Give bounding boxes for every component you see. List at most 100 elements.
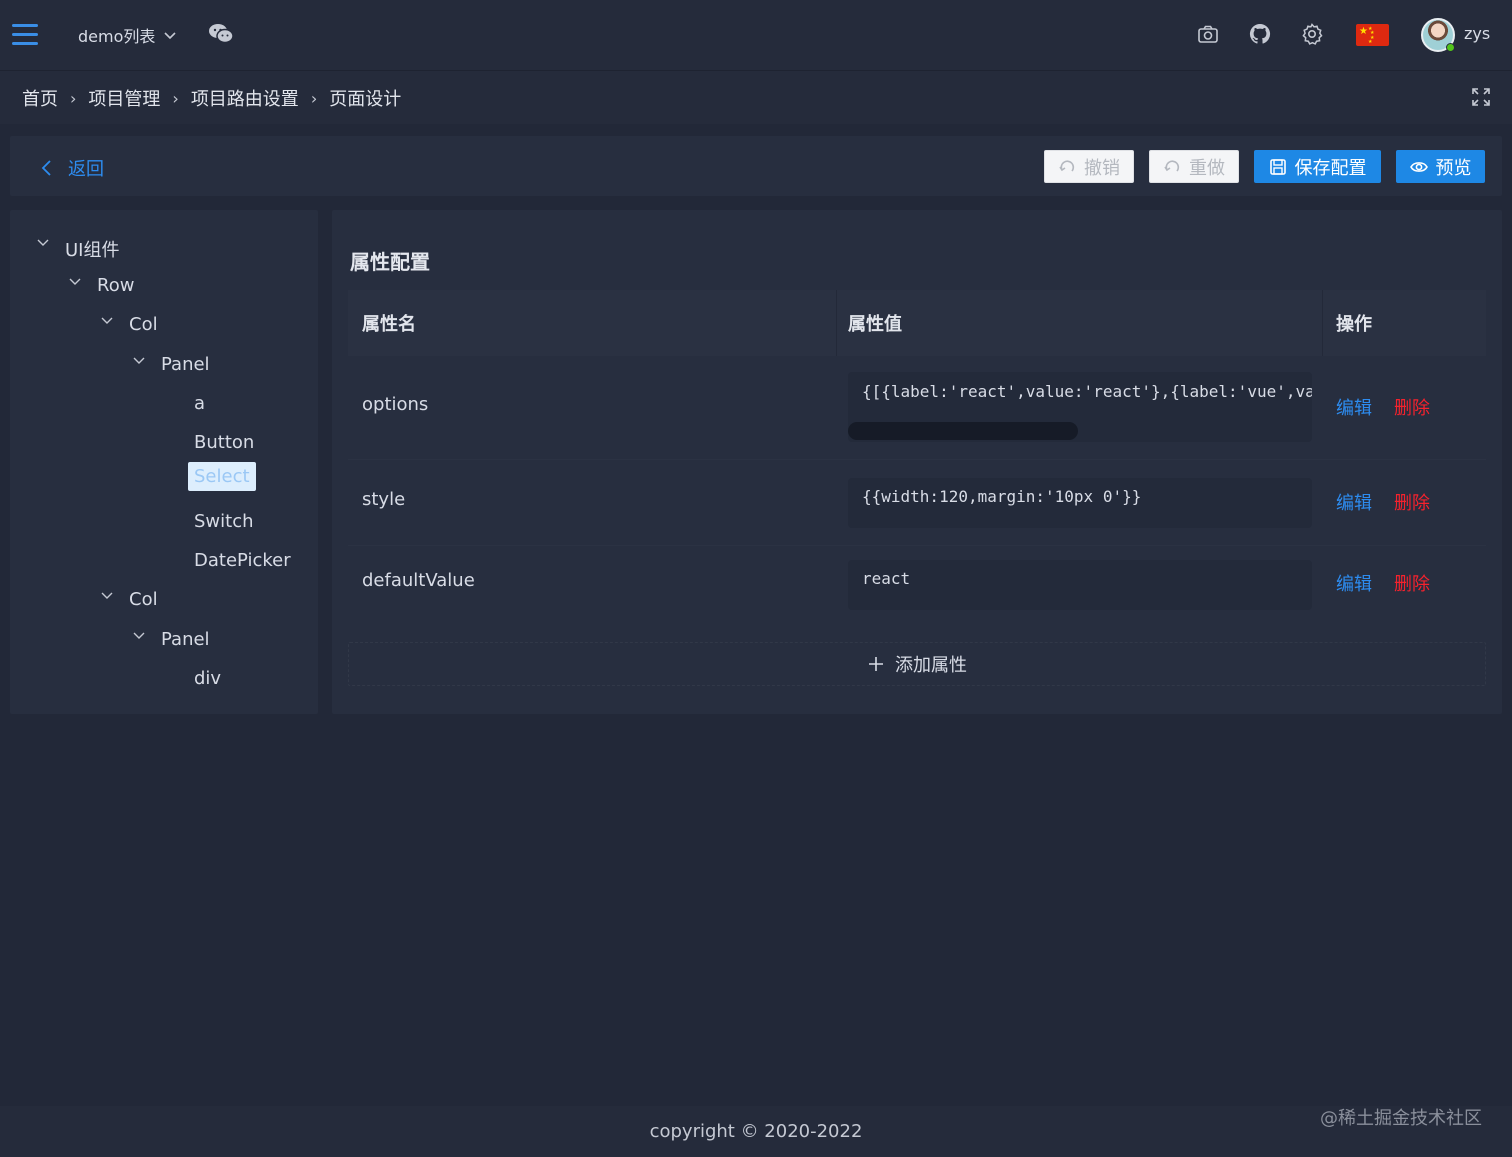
- tree-node-label: Row: [97, 275, 135, 296]
- breadcrumb-item-page-design: 页面设计: [329, 89, 402, 110]
- chevron-down-icon: [164, 32, 176, 40]
- table-row: options {[{label:'react',value:'react'},…: [348, 356, 1486, 460]
- tree-node-panel[interactable]: Panel: [132, 350, 216, 379]
- redo-icon: [1164, 159, 1180, 172]
- property-value-editor[interactable]: react: [848, 560, 1312, 610]
- tree-node-label: DatePicker: [194, 550, 291, 571]
- tree-node-col[interactable]: Col: [100, 585, 164, 614]
- gear-icon[interactable]: [1300, 22, 1324, 46]
- github-icon[interactable]: [1248, 22, 1272, 46]
- table-row: defaultValue react 编辑 删除: [348, 546, 1486, 632]
- demo-list-dropdown[interactable]: demo列表: [78, 22, 177, 48]
- undo-label: 撤销: [1084, 157, 1120, 179]
- footer: copyright © 2020-2022: [0, 1106, 1512, 1157]
- delete-link[interactable]: 删除: [1394, 570, 1430, 596]
- back-label: 返回: [68, 159, 104, 180]
- property-value-editor[interactable]: {[{label:'react',value:'react'},{label:'…: [848, 372, 1312, 442]
- fullscreen-icon[interactable]: [1471, 87, 1491, 107]
- delete-link[interactable]: 删除: [1394, 394, 1430, 420]
- tree-node-switch[interactable]: Switch: [188, 507, 260, 536]
- menu-icon[interactable]: [12, 24, 38, 46]
- add-property-label: 添加属性: [895, 655, 967, 676]
- property-name: style: [362, 489, 406, 510]
- tree-node-row[interactable]: Row: [68, 271, 140, 300]
- property-value: react: [862, 569, 911, 588]
- property-panel-title: 属性配置: [350, 250, 430, 274]
- chevron-down-icon[interactable]: [68, 275, 82, 289]
- watermark: @稀土掘金技术社区: [1320, 1108, 1482, 1129]
- tree-node-label: Col: [129, 314, 158, 335]
- tree-node-a[interactable]: a: [188, 389, 211, 418]
- tree-node-div[interactable]: div: [188, 664, 227, 693]
- tree-node-label-selected: Select: [188, 462, 256, 491]
- tree-node-panel[interactable]: Panel: [132, 625, 216, 654]
- column-header-actions: 操作: [1336, 314, 1372, 335]
- breadcrumb: 首页 › 项目管理 › 项目路由设置 › 页面设计: [22, 85, 401, 111]
- plus-icon: [869, 657, 883, 671]
- demo-list-label: demo列表: [78, 27, 156, 46]
- tree-node-label: Col: [129, 589, 158, 610]
- breadcrumb-separator: ›: [310, 88, 318, 108]
- breadcrumb-separator: ›: [70, 88, 77, 108]
- breadcrumb-bar: 首页 › 项目管理 › 项目路由设置 › 页面设计: [0, 70, 1512, 124]
- save-config-label: 保存配置: [1294, 157, 1367, 179]
- edit-link[interactable]: 编辑: [1336, 570, 1372, 596]
- property-value-editor[interactable]: {{width:120,margin:'10px 0'}}: [848, 478, 1312, 528]
- tree-node-label: UI组件: [65, 240, 120, 261]
- tree-node-ui-components[interactable]: UI组件: [36, 232, 125, 266]
- chevron-down-icon[interactable]: [100, 589, 114, 603]
- save-config-button[interactable]: 保存配置: [1254, 150, 1381, 183]
- save-icon: [1269, 158, 1286, 175]
- back-button[interactable]: 返回: [38, 155, 104, 181]
- china-flag-icon[interactable]: ★ ★ ★ ★ ★: [1356, 24, 1389, 46]
- edit-link[interactable]: 编辑: [1336, 394, 1372, 420]
- column-header-name: 属性名: [362, 314, 416, 335]
- online-status-dot: [1446, 43, 1455, 52]
- chevron-left-icon: [41, 160, 51, 176]
- undo-button[interactable]: 撤销: [1044, 150, 1134, 183]
- chevron-down-icon[interactable]: [36, 236, 50, 250]
- redo-label: 重做: [1189, 157, 1225, 179]
- edit-link[interactable]: 编辑: [1336, 489, 1372, 515]
- breadcrumb-item-project-management[interactable]: 项目管理: [88, 85, 160, 111]
- property-name: options: [362, 394, 429, 415]
- breadcrumb-separator: ›: [172, 88, 179, 108]
- wechat-icon[interactable]: [208, 22, 234, 46]
- table-row: style {{width:120,margin:'10px 0'}} 编辑 删…: [348, 460, 1486, 546]
- tree-node-label: Button: [194, 432, 255, 453]
- top-header: demo列表 ★ ★ ★ ★ ★ zys: [0, 0, 1512, 70]
- preview-label: 预览: [1435, 157, 1472, 179]
- component-tree-panel: UI组件 Row Col Panel a Button Select Switc…: [10, 210, 318, 714]
- add-property-button[interactable]: 添加属性: [348, 642, 1486, 686]
- property-value: {{width:120,margin:'10px 0'}}: [862, 487, 1142, 506]
- chevron-down-icon[interactable]: [100, 314, 114, 328]
- eye-icon: [1409, 161, 1428, 172]
- tree-node-button[interactable]: Button: [188, 428, 260, 457]
- tree-node-label: div: [194, 668, 222, 689]
- property-value: {[{label:'react',value:'react'},{label:'…: [862, 382, 1312, 401]
- action-bar: 返回 撤销 重做 保存配置 预览: [10, 136, 1502, 196]
- tree-node-label: Panel: [161, 354, 210, 375]
- tree-node-col[interactable]: Col: [100, 310, 164, 339]
- tree-node-label: a: [194, 393, 206, 414]
- chevron-down-icon[interactable]: [132, 354, 146, 368]
- copyright-text: copyright © 2020-2022: [649, 1121, 863, 1142]
- column-header-value: 属性值: [848, 314, 902, 335]
- horizontal-scrollbar[interactable]: [848, 422, 1078, 440]
- username[interactable]: zys: [1464, 24, 1490, 43]
- redo-button[interactable]: 重做: [1149, 150, 1239, 183]
- camera-icon[interactable]: [1196, 22, 1220, 46]
- tree-node-label: Panel: [161, 629, 210, 650]
- breadcrumb-item-route-settings[interactable]: 项目路由设置: [191, 85, 299, 111]
- table-header: 属性名 属性值 操作: [348, 290, 1486, 356]
- tree-node-label: Switch: [194, 511, 254, 532]
- breadcrumb-item-home[interactable]: 首页: [22, 85, 58, 111]
- tree-node-select[interactable]: Select: [188, 462, 256, 491]
- property-name: defaultValue: [362, 570, 475, 591]
- tree-node-datepicker[interactable]: DatePicker: [188, 546, 297, 575]
- property-table: 属性名 属性值 操作 options {[{label:'react',valu…: [348, 290, 1486, 632]
- preview-button[interactable]: 预览: [1396, 150, 1485, 183]
- delete-link[interactable]: 删除: [1394, 489, 1430, 515]
- avatar[interactable]: [1421, 18, 1455, 52]
- chevron-down-icon[interactable]: [132, 629, 146, 643]
